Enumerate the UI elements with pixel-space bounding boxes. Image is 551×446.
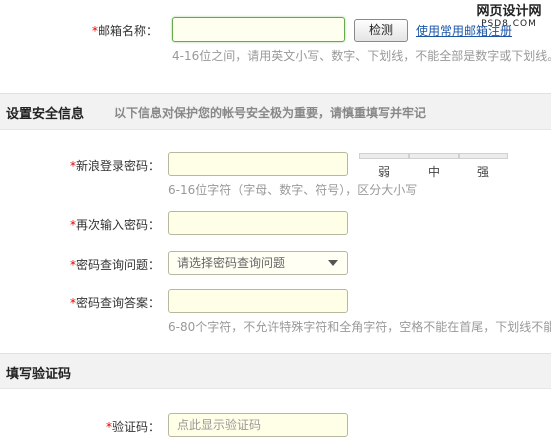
password-input[interactable] [168, 152, 348, 176]
question-label: *密码查询问题： [69, 258, 160, 272]
password-hint: 6-16位字符（字母、数字、符号），区分大小写 [168, 183, 418, 197]
section-title: 填写验证码 [6, 367, 72, 382]
strength-bar-weak [359, 153, 409, 159]
section-title: 设置安全信息 [6, 107, 85, 122]
mailbox-label: *邮箱名称： [91, 24, 158, 38]
strength-label-strong: 强 [476, 165, 489, 179]
question-selected-value: 请选择密码查询问题 [177, 256, 286, 270]
captcha-section-header: 填写验证码 [0, 353, 551, 389]
strength-label-weak: 弱 [377, 165, 390, 179]
chevron-down-icon[interactable] [328, 260, 338, 266]
section-note: 以下信息对保护您的帐号安全极为重要，请慎重填写并牢记 [114, 106, 427, 120]
watermark-line1: 网页设计网 [476, 4, 542, 19]
confirm-password-input[interactable] [168, 211, 348, 235]
answer-input[interactable] [168, 289, 348, 313]
confirm-password-label: *再次输入密码： [69, 218, 160, 232]
mailbox-input[interactable] [172, 17, 345, 42]
captcha-input[interactable]: 点此显示验证码 [168, 413, 348, 437]
question-select[interactable]: 请选择密码查询问题 [168, 251, 348, 275]
captcha-placeholder: 点此显示验证码 [177, 418, 262, 432]
captcha-label: *验证码： [105, 420, 160, 434]
use-common-mailbox-link[interactable]: 使用常用邮箱注册 [416, 22, 514, 39]
strength-bar-strong [459, 153, 508, 159]
security-section-header: 设置安全信息 以下信息对保护您的帐号安全极为重要，请慎重填写并牢记 [0, 93, 551, 130]
password-label: *新浪登录密码： [69, 159, 160, 173]
check-button[interactable]: 检测 [354, 19, 408, 42]
answer-label: *密码查询答案： [69, 296, 160, 310]
strength-bar-medium [409, 153, 459, 159]
answer-hint: 6-80个字符，不允许特殊字符和全角字符，空格不能在首尾，下划线不能在 [168, 320, 551, 334]
mailbox-hint: 4-16位之间，请用英文小写、数字、下划线，不能全部是数字或下划线。 [172, 49, 551, 63]
strength-label-medium: 中 [427, 165, 440, 179]
